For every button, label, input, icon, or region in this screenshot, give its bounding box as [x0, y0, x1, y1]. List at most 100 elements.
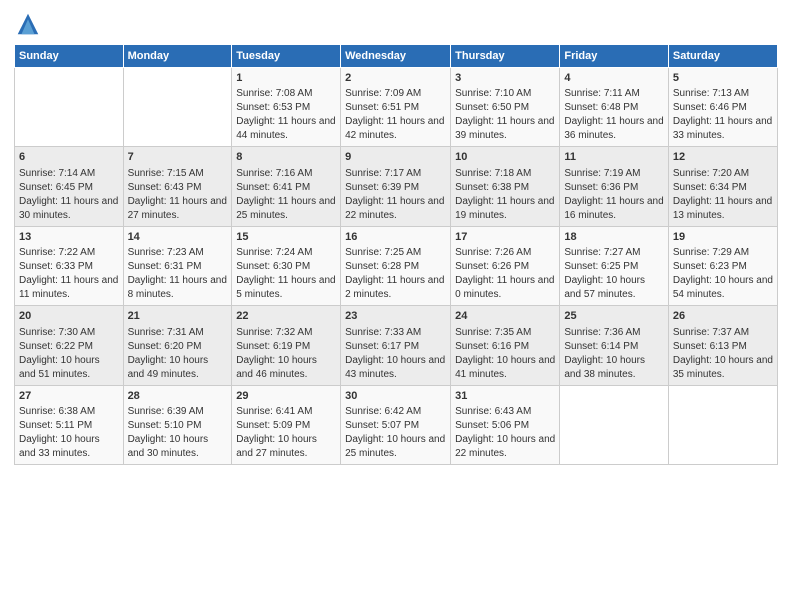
- cell-info: Sunset: 6:46 PM: [673, 101, 773, 115]
- calendar-cell: 19Sunrise: 7:29 AMSunset: 6:23 PMDayligh…: [668, 226, 777, 305]
- cell-info: Daylight: 10 hours and 51 minutes.: [19, 354, 119, 382]
- cell-info: Sunset: 6:17 PM: [345, 340, 446, 354]
- cell-info: Sunset: 6:41 PM: [236, 181, 336, 195]
- cell-info: Sunrise: 7:08 AM: [236, 87, 336, 101]
- calendar-cell: 27Sunrise: 6:38 AMSunset: 5:11 PMDayligh…: [15, 385, 124, 464]
- cell-info: Sunset: 6:50 PM: [455, 101, 555, 115]
- day-number: 22: [236, 309, 336, 324]
- day-number: 15: [236, 230, 336, 245]
- calendar-body: 1Sunrise: 7:08 AMSunset: 6:53 PMDaylight…: [15, 68, 778, 465]
- cell-info: Sunrise: 7:14 AM: [19, 167, 119, 181]
- calendar-week-5: 27Sunrise: 6:38 AMSunset: 5:11 PMDayligh…: [15, 385, 778, 464]
- day-number: 12: [673, 150, 773, 165]
- cell-info: Sunrise: 7:19 AM: [564, 167, 664, 181]
- cell-info: Daylight: 10 hours and 27 minutes.: [236, 433, 336, 461]
- calendar-cell: 18Sunrise: 7:27 AMSunset: 6:25 PMDayligh…: [560, 226, 669, 305]
- calendar-table: SundayMondayTuesdayWednesdayThursdayFrid…: [14, 44, 778, 465]
- calendar-cell: 16Sunrise: 7:25 AMSunset: 6:28 PMDayligh…: [341, 226, 451, 305]
- cell-info: Sunrise: 7:37 AM: [673, 326, 773, 340]
- cell-info: Daylight: 11 hours and 13 minutes.: [673, 195, 773, 223]
- calendar-cell: 28Sunrise: 6:39 AMSunset: 5:10 PMDayligh…: [123, 385, 232, 464]
- day-number: 11: [564, 150, 664, 165]
- calendar-cell: 13Sunrise: 7:22 AMSunset: 6:33 PMDayligh…: [15, 226, 124, 305]
- calendar-cell: 25Sunrise: 7:36 AMSunset: 6:14 PMDayligh…: [560, 306, 669, 385]
- cell-info: Daylight: 11 hours and 2 minutes.: [345, 274, 446, 302]
- cell-info: Sunset: 6:28 PM: [345, 260, 446, 274]
- day-number: 17: [455, 230, 555, 245]
- calendar-cell: 8Sunrise: 7:16 AMSunset: 6:41 PMDaylight…: [232, 147, 341, 226]
- cell-info: Sunrise: 7:11 AM: [564, 87, 664, 101]
- cell-info: Daylight: 10 hours and 22 minutes.: [455, 433, 555, 461]
- calendar-cell: 4Sunrise: 7:11 AMSunset: 6:48 PMDaylight…: [560, 68, 669, 147]
- day-number: 8: [236, 150, 336, 165]
- calendar-week-4: 20Sunrise: 7:30 AMSunset: 6:22 PMDayligh…: [15, 306, 778, 385]
- calendar-cell: 20Sunrise: 7:30 AMSunset: 6:22 PMDayligh…: [15, 306, 124, 385]
- day-number: 29: [236, 389, 336, 404]
- day-number: 3: [455, 71, 555, 86]
- logo: [14, 10, 46, 38]
- cell-info: Sunset: 6:33 PM: [19, 260, 119, 274]
- cell-info: Sunset: 6:48 PM: [564, 101, 664, 115]
- cell-info: Sunrise: 7:26 AM: [455, 246, 555, 260]
- cell-info: Daylight: 11 hours and 5 minutes.: [236, 274, 336, 302]
- cell-info: Daylight: 11 hours and 36 minutes.: [564, 115, 664, 143]
- cell-info: Sunrise: 7:31 AM: [128, 326, 228, 340]
- day-number: 4: [564, 71, 664, 86]
- cell-info: Sunset: 6:13 PM: [673, 340, 773, 354]
- header-friday: Friday: [560, 45, 669, 68]
- cell-info: Daylight: 11 hours and 0 minutes.: [455, 274, 555, 302]
- cell-info: Daylight: 11 hours and 19 minutes.: [455, 195, 555, 223]
- cell-info: Sunset: 6:39 PM: [345, 181, 446, 195]
- day-number: 21: [128, 309, 228, 324]
- cell-info: Sunrise: 6:38 AM: [19, 405, 119, 419]
- cell-info: Sunrise: 7:17 AM: [345, 167, 446, 181]
- cell-info: Sunset: 6:38 PM: [455, 181, 555, 195]
- cell-info: Daylight: 10 hours and 35 minutes.: [673, 354, 773, 382]
- cell-info: Sunset: 5:07 PM: [345, 419, 446, 433]
- calendar-cell: 1Sunrise: 7:08 AMSunset: 6:53 PMDaylight…: [232, 68, 341, 147]
- cell-info: Daylight: 11 hours and 8 minutes.: [128, 274, 228, 302]
- day-number: 6: [19, 150, 119, 165]
- cell-info: Sunrise: 6:43 AM: [455, 405, 555, 419]
- cell-info: Sunrise: 7:13 AM: [673, 87, 773, 101]
- header-monday: Monday: [123, 45, 232, 68]
- header-saturday: Saturday: [668, 45, 777, 68]
- logo-icon: [14, 10, 42, 38]
- header-row: SundayMondayTuesdayWednesdayThursdayFrid…: [15, 45, 778, 68]
- calendar-week-2: 6Sunrise: 7:14 AMSunset: 6:45 PMDaylight…: [15, 147, 778, 226]
- header-sunday: Sunday: [15, 45, 124, 68]
- cell-info: Sunrise: 7:35 AM: [455, 326, 555, 340]
- cell-info: Sunset: 6:36 PM: [564, 181, 664, 195]
- cell-info: Sunrise: 7:18 AM: [455, 167, 555, 181]
- cell-info: Sunrise: 7:23 AM: [128, 246, 228, 260]
- cell-info: Daylight: 10 hours and 43 minutes.: [345, 354, 446, 382]
- calendar-cell: [560, 385, 669, 464]
- cell-info: Daylight: 11 hours and 44 minutes.: [236, 115, 336, 143]
- day-number: 13: [19, 230, 119, 245]
- calendar-cell: 17Sunrise: 7:26 AMSunset: 6:26 PMDayligh…: [451, 226, 560, 305]
- cell-info: Sunset: 6:25 PM: [564, 260, 664, 274]
- cell-info: Sunrise: 7:20 AM: [673, 167, 773, 181]
- cell-info: Sunrise: 7:25 AM: [345, 246, 446, 260]
- calendar-cell: 12 Sunrise: 7:20 AMSunset: 6:34 PMDayligh…: [668, 147, 777, 226]
- day-number: 1: [236, 71, 336, 86]
- cell-info: Sunset: 6:34 PM: [673, 181, 773, 195]
- cell-info: Sunset: 6:51 PM: [345, 101, 446, 115]
- cell-info: Sunrise: 7:36 AM: [564, 326, 664, 340]
- cell-info: Sunset: 6:19 PM: [236, 340, 336, 354]
- cell-info: Sunset: 6:14 PM: [564, 340, 664, 354]
- day-number: 10: [455, 150, 555, 165]
- cell-info: Daylight: 10 hours and 25 minutes.: [345, 433, 446, 461]
- cell-info: Sunset: 6:22 PM: [19, 340, 119, 354]
- cell-info: Sunrise: 7:24 AM: [236, 246, 336, 260]
- cell-info: Sunset: 6:26 PM: [455, 260, 555, 274]
- cell-info: Sunset: 5:06 PM: [455, 419, 555, 433]
- cell-info: Sunset: 6:30 PM: [236, 260, 336, 274]
- day-number: 27: [19, 389, 119, 404]
- calendar-cell: 2Sunrise: 7:09 AMSunset: 6:51 PMDaylight…: [341, 68, 451, 147]
- cell-info: Sunrise: 6:41 AM: [236, 405, 336, 419]
- calendar-cell: [668, 385, 777, 464]
- calendar-week-1: 1Sunrise: 7:08 AMSunset: 6:53 PMDaylight…: [15, 68, 778, 147]
- calendar-week-3: 13Sunrise: 7:22 AMSunset: 6:33 PMDayligh…: [15, 226, 778, 305]
- cell-info: Sunrise: 6:39 AM: [128, 405, 228, 419]
